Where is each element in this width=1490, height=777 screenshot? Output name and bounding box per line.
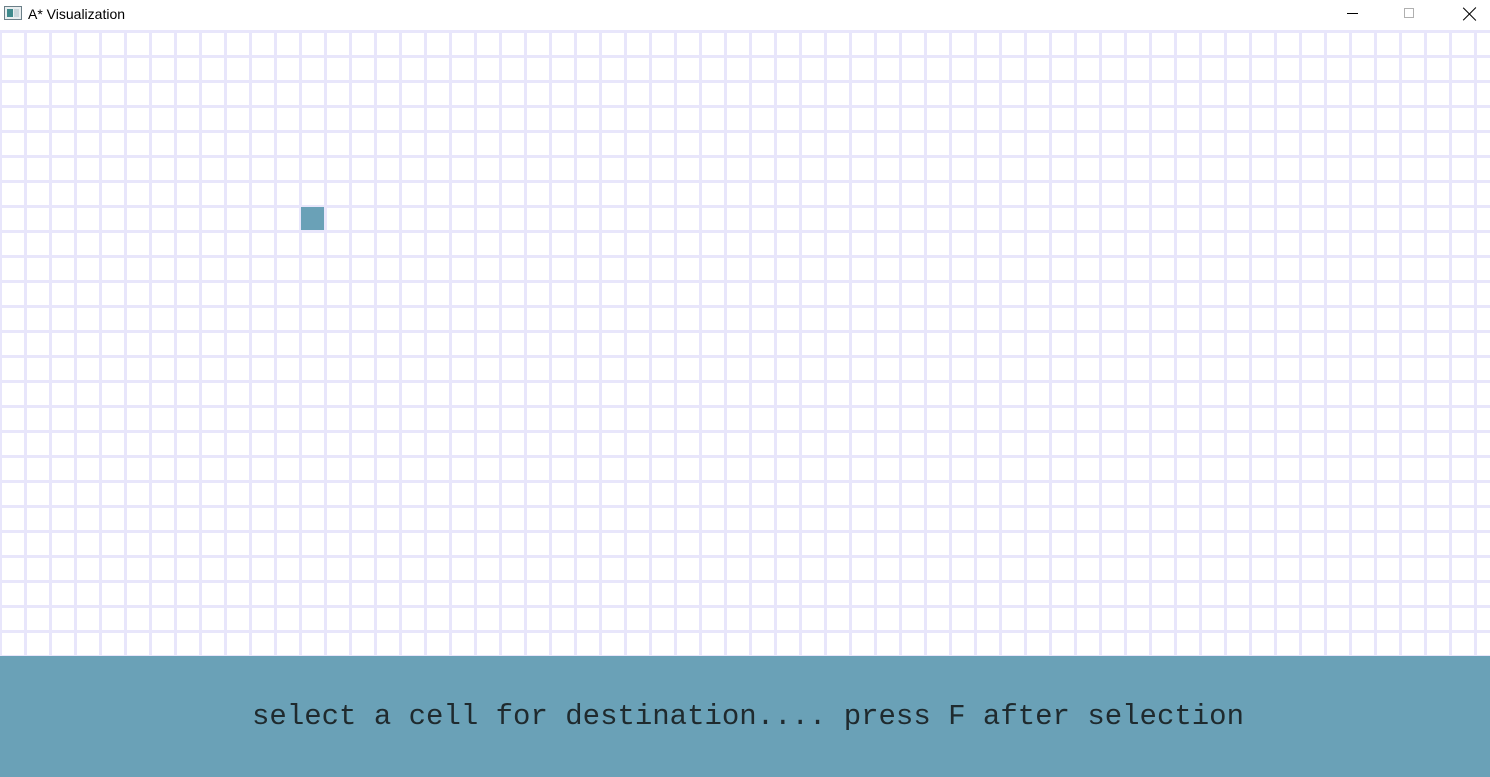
status-bar: select a cell for destination.... press … [0,656,1490,777]
grid-canvas[interactable] [0,30,1490,656]
maximize-button[interactable] [1381,0,1439,30]
app-window-icon [4,6,22,20]
minimize-button[interactable] [1323,0,1381,30]
app-window: A* Visualization select a cell for desti… [0,0,1490,777]
maximize-icon [1404,8,1414,18]
close-button[interactable] [1439,0,1490,30]
selected-start-cell[interactable] [301,207,324,230]
window-title: A* Visualization [28,6,126,22]
minimize-icon [1347,13,1358,14]
status-message: select a cell for destination.... press … [252,700,1244,733]
close-icon [1463,7,1477,21]
title-bar[interactable]: A* Visualization [0,0,1490,30]
